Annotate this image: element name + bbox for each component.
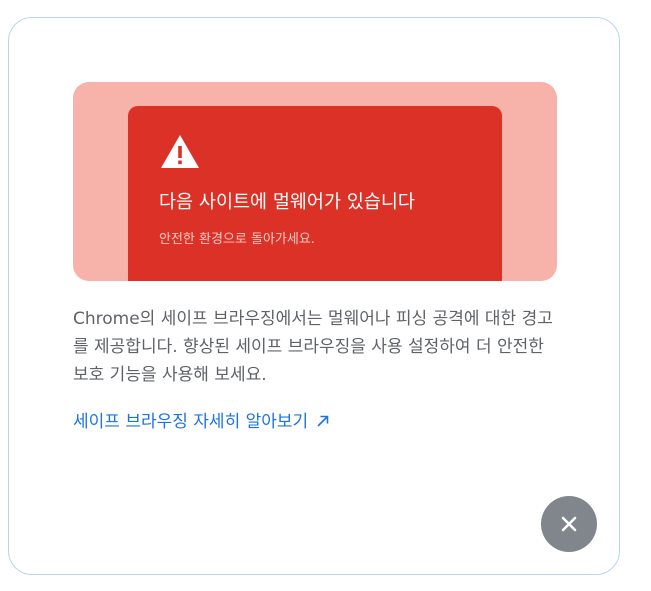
warning-heading: 다음 사이트에 멀웨어가 있습니다	[159, 192, 415, 213]
warning-panel: 다음 사이트에 멀웨어가 있습니다 안전한 환경으로 돌아가세요.	[128, 106, 502, 281]
learn-more-link[interactable]: 세이프 브라우징 자세히 알아보기	[73, 407, 330, 432]
close-button[interactable]	[541, 496, 597, 552]
close-icon	[561, 516, 577, 532]
warning-subtext: 안전한 환경으로 돌아가세요.	[159, 232, 315, 247]
warning-triangle-icon	[161, 135, 199, 168]
learn-more-label: 세이프 브라우징 자세히 알아보기	[73, 412, 309, 432]
malware-warning-illustration: 다음 사이트에 멀웨어가 있습니다 안전한 환경으로 돌아가세요.	[73, 82, 557, 281]
description-text: Chrome의 세이프 브라우징에서는 멀웨어나 피싱 공격에 대한 경고를 제…	[73, 309, 553, 385]
external-link-icon	[317, 415, 329, 427]
safe-browsing-promo-card: 다음 사이트에 멀웨어가 있습니다 안전한 환경으로 돌아가세요. Chrome…	[8, 17, 620, 575]
